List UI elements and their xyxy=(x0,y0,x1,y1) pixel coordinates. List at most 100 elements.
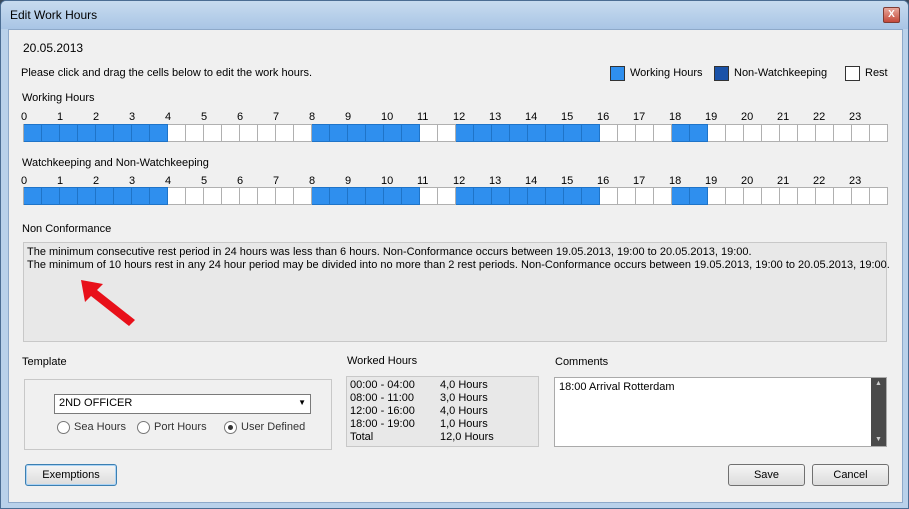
hour-cell[interactable] xyxy=(204,124,222,142)
hour-cell[interactable] xyxy=(60,124,78,142)
hour-cell[interactable] xyxy=(78,187,96,205)
hour-cell[interactable] xyxy=(78,124,96,142)
hour-cell[interactable] xyxy=(168,124,186,142)
hour-cell[interactable] xyxy=(114,187,132,205)
hour-cell[interactable] xyxy=(798,187,816,205)
watchkeeping-grid[interactable] xyxy=(23,187,888,205)
hour-cell[interactable] xyxy=(258,124,276,142)
hour-cell[interactable] xyxy=(834,187,852,205)
hour-cell[interactable] xyxy=(312,124,330,142)
hour-cell[interactable] xyxy=(60,187,78,205)
hour-cell[interactable] xyxy=(834,124,852,142)
working-hours-grid[interactable] xyxy=(23,124,888,142)
hour-cell[interactable] xyxy=(690,187,708,205)
hour-cell[interactable] xyxy=(672,187,690,205)
sea-hours-radio[interactable]: Sea Hours xyxy=(57,421,137,435)
hour-cell[interactable] xyxy=(510,124,528,142)
hour-cell[interactable] xyxy=(348,187,366,205)
hour-cell[interactable] xyxy=(618,124,636,142)
hour-cell[interactable] xyxy=(150,187,168,205)
hour-cell[interactable] xyxy=(582,187,600,205)
scroll-down-icon[interactable]: ▼ xyxy=(871,434,886,446)
hour-cell[interactable] xyxy=(456,187,474,205)
hour-cell[interactable] xyxy=(546,187,564,205)
hour-cell[interactable] xyxy=(312,187,330,205)
hour-cell[interactable] xyxy=(132,187,150,205)
hour-cell[interactable] xyxy=(240,187,258,205)
user-defined-radio[interactable]: User Defined xyxy=(224,421,314,435)
close-icon[interactable]: X xyxy=(883,7,900,23)
hour-cell[interactable] xyxy=(618,187,636,205)
hour-cell[interactable] xyxy=(132,124,150,142)
hour-cell[interactable] xyxy=(96,124,114,142)
hour-cell[interactable] xyxy=(690,124,708,142)
hour-cell[interactable] xyxy=(528,187,546,205)
port-hours-radio[interactable]: Port Hours xyxy=(137,421,217,435)
hour-cell[interactable] xyxy=(510,187,528,205)
hour-cell[interactable] xyxy=(330,187,348,205)
hour-cell[interactable] xyxy=(42,187,60,205)
hour-cell[interactable] xyxy=(258,187,276,205)
hour-cell[interactable] xyxy=(150,124,168,142)
hour-cell[interactable] xyxy=(24,124,42,142)
hour-cell[interactable] xyxy=(204,187,222,205)
hour-cell[interactable] xyxy=(708,187,726,205)
hour-cell[interactable] xyxy=(654,187,672,205)
hour-cell[interactable] xyxy=(636,187,654,205)
hour-cell[interactable] xyxy=(276,124,294,142)
hour-cell[interactable] xyxy=(330,124,348,142)
hour-cell[interactable] xyxy=(726,124,744,142)
hour-cell[interactable] xyxy=(672,124,690,142)
hour-cell[interactable] xyxy=(726,187,744,205)
hour-cell[interactable] xyxy=(402,124,420,142)
hour-cell[interactable] xyxy=(96,187,114,205)
hour-cell[interactable] xyxy=(852,124,870,142)
hour-cell[interactable] xyxy=(294,124,312,142)
hour-cell[interactable] xyxy=(474,124,492,142)
comments-textarea[interactable]: 18:00 Arrival Rotterdam ▲ ▼ xyxy=(554,377,887,447)
hour-cell[interactable] xyxy=(654,124,672,142)
save-button[interactable]: Save xyxy=(728,464,805,486)
hour-cell[interactable] xyxy=(564,124,582,142)
hour-cell[interactable] xyxy=(816,187,834,205)
hour-cell[interactable] xyxy=(402,187,420,205)
scroll-up-icon[interactable]: ▲ xyxy=(871,378,886,390)
hour-cell[interactable] xyxy=(492,124,510,142)
hour-cell[interactable] xyxy=(780,124,798,142)
hour-cell[interactable] xyxy=(186,187,204,205)
hour-cell[interactable] xyxy=(420,187,438,205)
hour-cell[interactable] xyxy=(708,124,726,142)
hour-cell[interactable] xyxy=(366,124,384,142)
exemptions-button[interactable]: Exemptions xyxy=(25,464,117,486)
hour-cell[interactable] xyxy=(384,187,402,205)
hour-cell[interactable] xyxy=(276,187,294,205)
hour-cell[interactable] xyxy=(816,124,834,142)
hour-cell[interactable] xyxy=(600,124,618,142)
comments-scrollbar[interactable]: ▲ ▼ xyxy=(871,378,886,446)
hour-cell[interactable] xyxy=(168,187,186,205)
hour-cell[interactable] xyxy=(456,124,474,142)
hour-cell[interactable] xyxy=(222,187,240,205)
cancel-button[interactable]: Cancel xyxy=(812,464,889,486)
hour-cell[interactable] xyxy=(546,124,564,142)
hour-cell[interactable] xyxy=(438,187,456,205)
hour-cell[interactable] xyxy=(42,124,60,142)
hour-cell[interactable] xyxy=(24,187,42,205)
hour-cell[interactable] xyxy=(186,124,204,142)
hour-cell[interactable] xyxy=(438,124,456,142)
hour-cell[interactable] xyxy=(240,124,258,142)
hour-cell[interactable] xyxy=(798,124,816,142)
hour-cell[interactable] xyxy=(870,187,888,205)
hour-cell[interactable] xyxy=(870,124,888,142)
hour-cell[interactable] xyxy=(564,187,582,205)
hour-cell[interactable] xyxy=(762,187,780,205)
hour-cell[interactable] xyxy=(474,187,492,205)
hour-cell[interactable] xyxy=(852,187,870,205)
hour-cell[interactable] xyxy=(582,124,600,142)
hour-cell[interactable] xyxy=(294,187,312,205)
hour-cell[interactable] xyxy=(348,124,366,142)
hour-cell[interactable] xyxy=(636,124,654,142)
hour-cell[interactable] xyxy=(420,124,438,142)
hour-cell[interactable] xyxy=(780,187,798,205)
hour-cell[interactable] xyxy=(114,124,132,142)
